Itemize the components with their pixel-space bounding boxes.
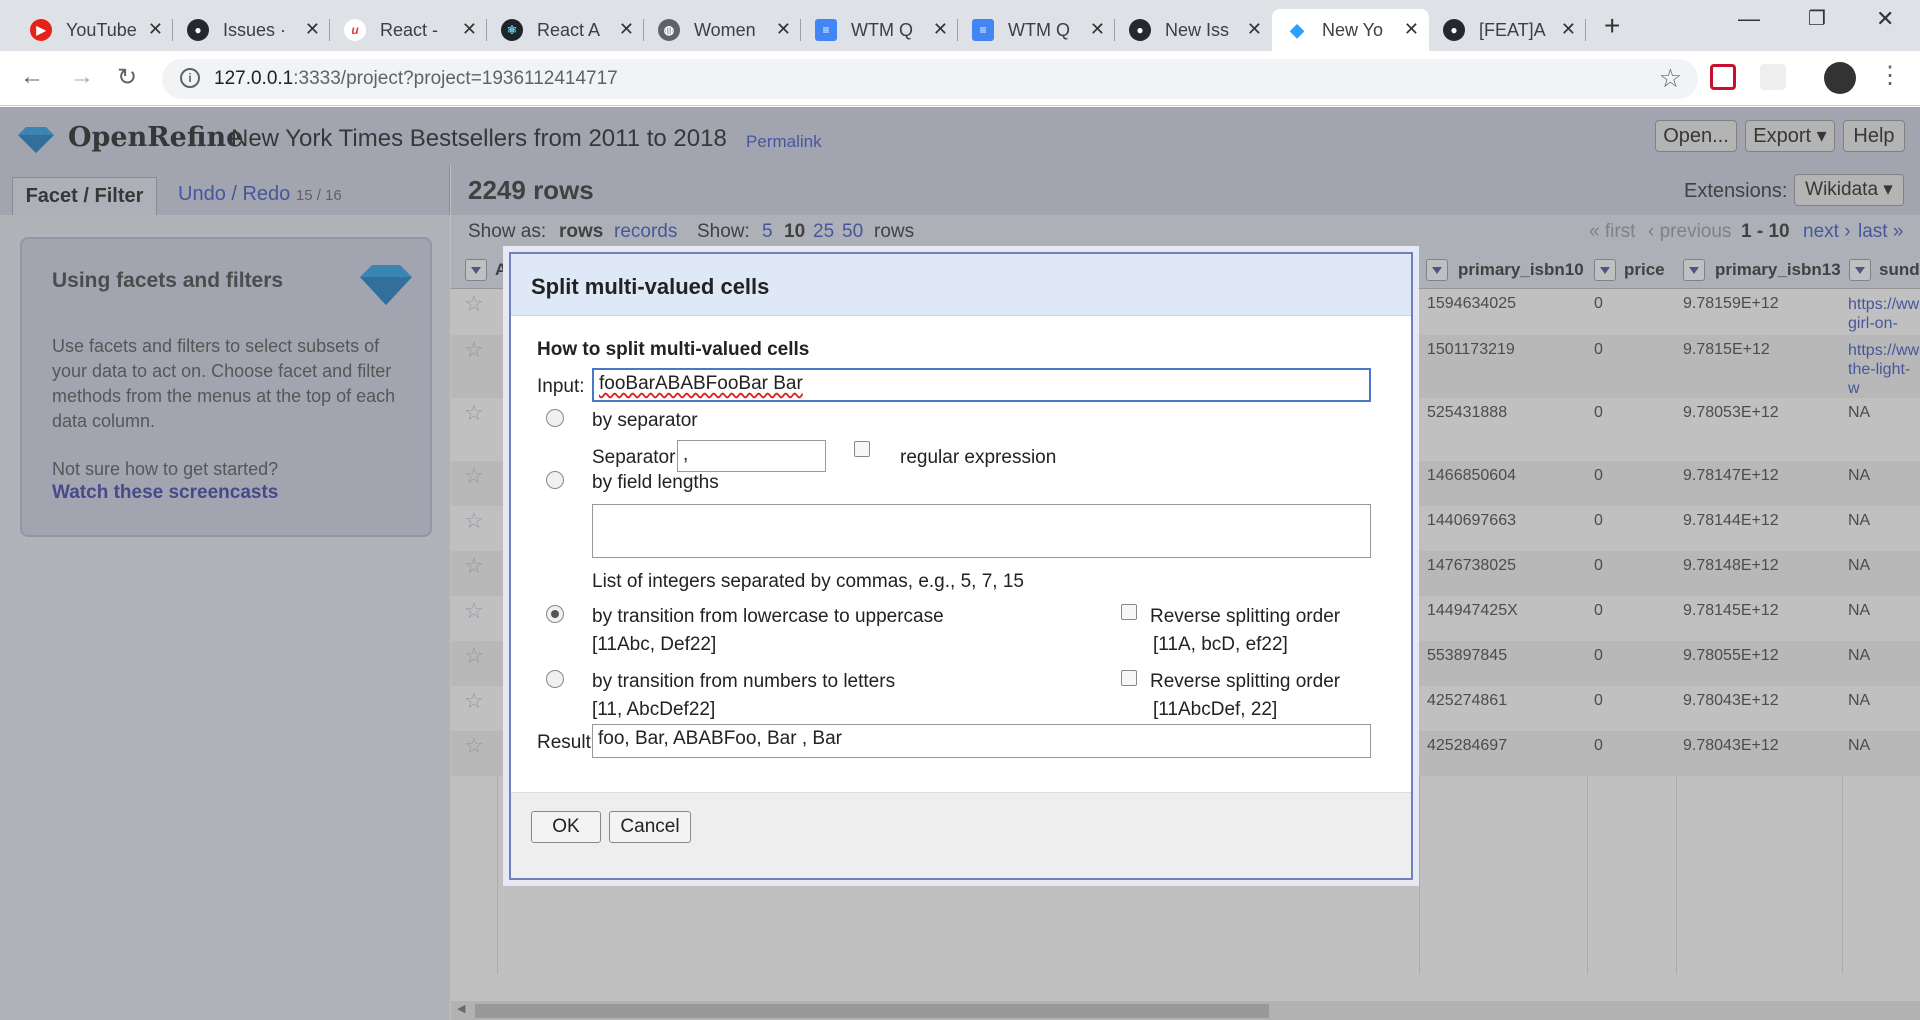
docs-icon: ≡ xyxy=(972,19,994,41)
dialog-body: How to split multi-valued cells Input: f… xyxy=(511,316,1411,792)
close-tab-icon[interactable]: ✕ xyxy=(619,19,634,40)
close-tab-icon[interactable]: ✕ xyxy=(1404,19,1419,40)
github-icon: ● xyxy=(1443,19,1465,41)
case-reverse-checkbox[interactable] xyxy=(1121,604,1137,620)
number-reverse-example: [11AbcDef, 22] xyxy=(1153,699,1278,720)
minimize-icon[interactable]: — xyxy=(1738,6,1760,32)
case-reverse-example: [11A, bcD, ef22] xyxy=(1153,634,1288,655)
close-tab-icon[interactable]: ✕ xyxy=(1247,19,1262,40)
number-transition-radio[interactable] xyxy=(546,670,564,688)
input-label: Input: xyxy=(537,376,585,397)
browser-tab[interactable]: ● Issues · ✕ xyxy=(173,9,330,51)
browser-tab[interactable]: u React - ✕ xyxy=(330,9,487,51)
number-transition-label: by transition from numbers to letters xyxy=(592,671,896,692)
youtube-icon: ▶ xyxy=(30,19,52,41)
bookmark-star-icon[interactable]: ☆ xyxy=(1659,63,1682,94)
result-field[interactable]: foo, Bar, ABABFoo, Bar , Bar xyxy=(592,724,1371,758)
browser-tab[interactable]: ≡ WTM Q ✕ xyxy=(801,9,958,51)
site-info-icon[interactable]: i xyxy=(180,68,200,88)
close-tab-icon[interactable]: ✕ xyxy=(462,19,477,40)
cancel-button[interactable]: Cancel xyxy=(609,811,691,843)
field-lengths-hint: List of integers separated by commas, e.… xyxy=(592,571,1024,592)
openrefine-diamond-icon: ◆ xyxy=(1290,19,1304,40)
number-reverse-label: Reverse splitting order xyxy=(1150,671,1341,692)
ok-button[interactable]: OK xyxy=(531,811,601,843)
dialog-title: Split multi-valued cells xyxy=(531,274,770,299)
browser-toolbar: ← → ↻ i 127.0.0.1:3333/project?project=1… xyxy=(0,51,1920,106)
number-reverse-checkbox[interactable] xyxy=(1121,670,1137,686)
browser-tab-active[interactable]: ◆ New Yo ✕ xyxy=(1272,9,1429,51)
forward-icon[interactable]: → xyxy=(70,63,94,91)
reload-icon[interactable]: ↻ xyxy=(117,63,137,92)
separator-label: Separator xyxy=(592,447,676,468)
extension-icon[interactable] xyxy=(1760,64,1786,90)
dialog-footer: OK Cancel xyxy=(511,792,1411,878)
browser-menu-icon[interactable]: ⋮ xyxy=(1878,61,1902,90)
case-transition-label: by transition from lowercase to uppercas… xyxy=(592,606,944,627)
case-reverse-label: Reverse splitting order xyxy=(1150,606,1341,627)
browser-tab[interactable]: ● New Iss ✕ xyxy=(1115,9,1272,51)
address-bar[interactable]: i 127.0.0.1:3333/project?project=1936112… xyxy=(162,59,1698,99)
section-heading: How to split multi-valued cells xyxy=(537,339,810,360)
close-tab-icon[interactable]: ✕ xyxy=(1090,19,1105,40)
globe-icon: ◍ xyxy=(658,19,680,41)
back-icon[interactable]: ← xyxy=(20,63,44,91)
browser-tab[interactable]: ⚛ React A ✕ xyxy=(487,9,644,51)
close-tab-icon[interactable]: ✕ xyxy=(933,19,948,40)
field-lengths-radio[interactable] xyxy=(546,471,564,489)
dialog-header: Split multi-valued cells xyxy=(511,254,1411,316)
case-transition-example: [11Abc, Def22] xyxy=(592,634,717,655)
new-tab-icon[interactable]: + xyxy=(1604,10,1620,42)
separator-radio[interactable] xyxy=(546,409,564,427)
result-label: Result: xyxy=(537,732,597,753)
extension-icon[interactable] xyxy=(1710,64,1736,90)
regex-label: regular expression xyxy=(900,447,1057,468)
browser-tab-strip: ▶ YouTube ✕ ● Issues · ✕ u React - ✕ ⚛ R… xyxy=(0,0,1920,51)
udemy-icon: u xyxy=(344,19,366,41)
restore-icon[interactable]: ❐ xyxy=(1808,6,1826,31)
avatar[interactable] xyxy=(1824,62,1856,94)
window-close-icon[interactable]: ✕ xyxy=(1876,6,1894,32)
number-transition-example: [11, AbcDef22] xyxy=(592,699,716,720)
split-cells-dialog: Split multi-valued cells How to split mu… xyxy=(509,252,1413,880)
separator-input[interactable]: , xyxy=(677,440,826,472)
browser-tab[interactable]: ● [FEAT]A ✕ xyxy=(1429,9,1586,51)
github-icon: ● xyxy=(1129,19,1151,41)
input-field[interactable]: fooBarABABFooBar Bar xyxy=(592,368,1371,402)
close-tab-icon[interactable]: ✕ xyxy=(1561,19,1576,40)
browser-tab[interactable]: ▶ YouTube ✕ xyxy=(16,9,173,51)
docs-icon: ≡ xyxy=(815,19,837,41)
field-lengths-textarea[interactable] xyxy=(592,504,1371,558)
field-lengths-label: by field lengths xyxy=(592,472,719,493)
close-tab-icon[interactable]: ✕ xyxy=(305,19,320,40)
close-tab-icon[interactable]: ✕ xyxy=(776,19,791,40)
close-tab-icon[interactable]: ✕ xyxy=(148,19,163,40)
separator-option-label: by separator xyxy=(592,410,698,431)
url-text[interactable]: 127.0.0.1:3333/project?project=193611241… xyxy=(214,68,618,90)
react-icon: ⚛ xyxy=(501,19,523,41)
browser-tab[interactable]: ◍ Women ✕ xyxy=(644,9,801,51)
github-icon: ● xyxy=(187,19,209,41)
regex-checkbox[interactable] xyxy=(854,441,870,457)
case-transition-radio[interactable] xyxy=(546,605,564,623)
browser-tab[interactable]: ≡ WTM Q ✕ xyxy=(958,9,1115,51)
